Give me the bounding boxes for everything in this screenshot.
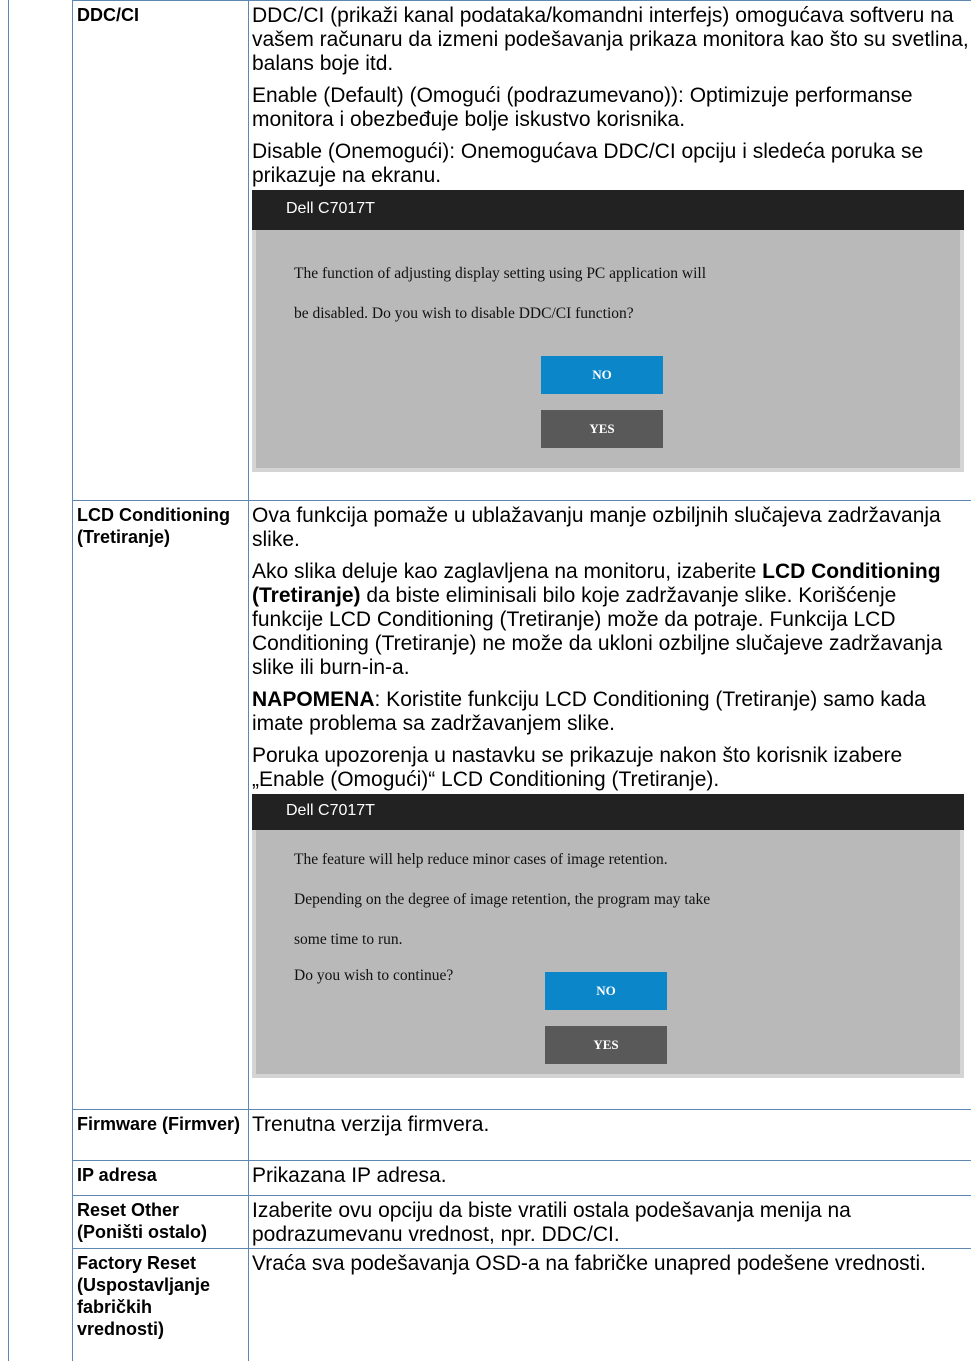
yes-button[interactable]: YES — [541, 410, 663, 448]
left-gutter — [9, 1, 73, 1361]
row-ip-address: IP adresa Prikazana IP adresa. — [9, 1161, 971, 1196]
lcd-paragraph-1: Ova funkcija pomaže u ublažavanju manje … — [252, 504, 969, 552]
setting-name-ddc-ci: DDC/CI — [73, 1, 248, 26]
dialog-message-line: Depending on the degree of image retenti… — [294, 888, 710, 912]
description-cell: Izaberite ovu opciju da biste vratili os… — [249, 1196, 971, 1249]
note-label: NAPOMENA — [252, 688, 375, 711]
dialog-body: The function of adjusting display settin… — [252, 230, 964, 472]
lcd-paragraph-2: Ako slika deluje kao zaglavljena na moni… — [252, 560, 969, 680]
no-button[interactable]: NO — [541, 356, 663, 394]
row-reset-other: Reset Other (Poništi ostalo) Izaberite o… — [9, 1196, 971, 1249]
lcd-warning-dialog: Dell C7017T The feature will help reduce… — [252, 794, 964, 1078]
description-cell: Prikazana IP adresa. — [249, 1161, 971, 1196]
dialog-message-line: The function of adjusting display settin… — [294, 262, 706, 286]
setting-name-firmware: Firmware (Firmver) — [73, 1110, 248, 1135]
ip-address-description: Prikazana IP adresa. — [249, 1161, 971, 1188]
row-factory-reset: Factory Reset (Uspostavljanje fabričkih … — [9, 1249, 971, 1361]
name-cell: Firmware (Firmver) — [73, 1110, 249, 1161]
setting-name-factory-reset: Factory Reset (Uspostavljanje fabričkih … — [73, 1249, 248, 1340]
dialog-message-line: The feature will help reduce minor cases… — [294, 848, 668, 872]
reset-other-description: Izaberite ovu opciju da biste vratili os… — [249, 1196, 971, 1247]
description-cell: Ova funkcija pomaže u ublažavanju manje … — [249, 501, 971, 1110]
ddc-ci-warning-dialog: Dell C7017T The function of adjusting di… — [252, 190, 964, 472]
row-firmware: Firmware (Firmver) Trenutna verzija firm… — [9, 1110, 971, 1161]
dialog-message-line: Do you wish to continue? — [294, 964, 453, 988]
setting-name-reset-other: Reset Other (Poništi ostalo) — [73, 1196, 248, 1243]
dialog-message-line: be disabled. Do you wish to disable DDC/… — [294, 302, 634, 326]
row-lcd-conditioning: LCD Conditioning (Tretiranje) Ova funkci… — [9, 501, 971, 1110]
setting-name-ip-address: IP adresa — [73, 1161, 248, 1186]
name-cell: IP adresa — [73, 1161, 249, 1196]
description-cell: Vraća sva podešavanja OSD-a na fabričke … — [249, 1249, 971, 1361]
dialog-message-line: some time to run. — [294, 928, 403, 952]
ddc-ci-paragraph-1: DDC/CI (prikaži kanal podataka/komandni … — [252, 4, 969, 76]
yes-button[interactable]: YES — [545, 1026, 667, 1064]
setting-name-lcd-conditioning: LCD Conditioning (Tretiranje) — [73, 501, 248, 548]
name-cell: Factory Reset (Uspostavljanje fabričkih … — [73, 1249, 249, 1361]
description-cell: Trenutna verzija firmvera. — [249, 1110, 971, 1161]
dialog-body: The feature will help reduce minor cases… — [252, 830, 964, 1078]
name-cell: Reset Other (Poništi ostalo) — [73, 1196, 249, 1249]
ddc-ci-paragraph-disable: Disable (Onemogući): Onemogućava DDC/CI … — [252, 140, 969, 188]
description-cell: DDC/CI (prikaži kanal podataka/komandni … — [249, 1, 971, 501]
no-button[interactable]: NO — [545, 972, 667, 1010]
lcd-note: NAPOMENA: Koristite funkciju LCD Conditi… — [252, 688, 969, 736]
name-cell: DDC/CI — [73, 1, 249, 501]
firmware-description: Trenutna verzija firmvera. — [249, 1110, 971, 1137]
ddc-ci-paragraph-enable: Enable (Default) (Omogući (podrazumevano… — [252, 84, 969, 132]
osd-menu-table: DDC/CI DDC/CI (prikaži kanal podataka/ko… — [8, 0, 971, 1361]
dialog-title: Dell C7017T — [252, 190, 964, 230]
dialog-title: Dell C7017T — [252, 794, 964, 830]
lcd-paragraph-4: Poruka upozorenja u nastavku se prikazuj… — [252, 744, 969, 792]
name-cell: LCD Conditioning (Tretiranje) — [73, 501, 249, 1110]
factory-reset-description: Vraća sva podešavanja OSD-a na fabričke … — [249, 1249, 971, 1276]
row-ddc-ci: DDC/CI DDC/CI (prikaži kanal podataka/ko… — [9, 1, 971, 501]
